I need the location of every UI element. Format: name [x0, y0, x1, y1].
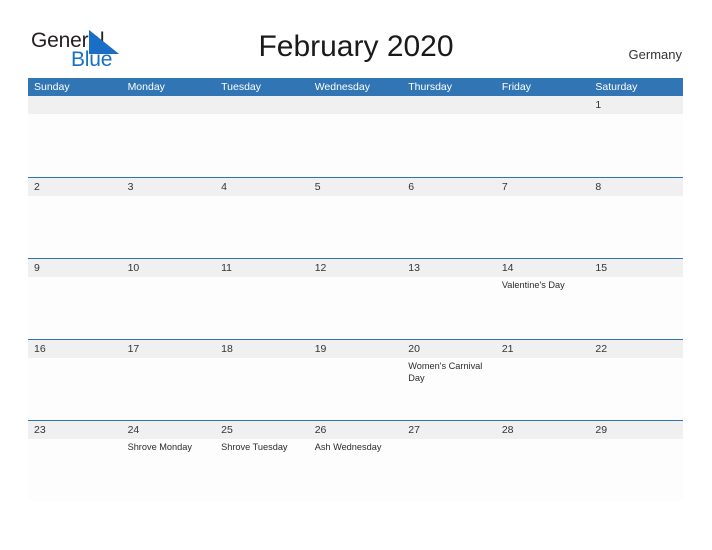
date-number[interactable]: 7 [496, 178, 590, 196]
day-event-text [496, 439, 590, 501]
date-number[interactable]: 24 [122, 421, 216, 439]
day-event-text [496, 196, 590, 258]
week-date-number-strip: 2 3 4 5 6 7 8 [28, 178, 683, 196]
day-event-text [122, 277, 216, 339]
dow-header-tuesday: Tuesday [221, 81, 262, 93]
date-number[interactable]: 3 [122, 178, 216, 196]
week-event-strip [28, 196, 683, 258]
week-date-number-strip: 23 24 25 26 27 28 29 [28, 421, 683, 439]
date-number[interactable] [28, 96, 122, 114]
date-number[interactable]: 13 [402, 259, 496, 277]
date-number[interactable]: 27 [402, 421, 496, 439]
day-event-text [28, 196, 122, 258]
calendar-week-row: 16 17 18 19 20 21 22 Women's Carnival Da… [28, 339, 683, 420]
calendar-week-row: 1 [28, 96, 683, 177]
date-number[interactable]: 2 [28, 178, 122, 196]
day-event-text [402, 439, 496, 501]
day-event-text [215, 358, 309, 420]
date-number[interactable] [496, 96, 590, 114]
calendar-week-row: 2 3 4 5 6 7 8 [28, 177, 683, 258]
day-event-text [496, 114, 590, 176]
dow-header-sunday: Sunday [34, 81, 70, 93]
day-event-text: Shrove Tuesday [221, 442, 288, 452]
week-date-number-strip: 9 10 11 12 13 14 15 [28, 259, 683, 277]
day-event-text [28, 358, 122, 420]
day-of-week-header-row: Sunday Monday Tuesday Wednesday Thursday… [28, 78, 683, 96]
day-event-text [589, 358, 683, 420]
day-event-text: Ash Wednesday [314, 442, 382, 452]
date-number[interactable]: 9 [28, 259, 122, 277]
day-event-text [28, 114, 122, 176]
calendar-page: General Blue February 2020 Germany Sunda… [0, 0, 712, 550]
day-event-text [309, 196, 403, 258]
date-number[interactable]: 19 [309, 340, 403, 358]
date-number[interactable]: 4 [215, 178, 309, 196]
day-event-text [215, 196, 309, 258]
day-event-text: Shrove Monday [127, 442, 192, 452]
day-event-text [122, 358, 216, 420]
date-number[interactable] [122, 96, 216, 114]
day-event-text [402, 196, 496, 258]
page-header: General Blue February 2020 Germany [0, 0, 712, 78]
dow-header-wednesday: Wednesday [314, 81, 370, 93]
date-number[interactable]: 25 [215, 421, 309, 439]
day-event-text [589, 196, 683, 258]
date-number[interactable]: 10 [122, 259, 216, 277]
country-label: Germany [628, 47, 682, 62]
dow-header-saturday: Saturday [595, 81, 638, 93]
day-event-text [309, 114, 403, 176]
calendar-week-row: 9 10 11 12 13 14 15 Valentine's Day [28, 258, 683, 339]
date-number[interactable]: 23 [28, 421, 122, 439]
week-date-number-strip: 16 17 18 19 20 21 22 [28, 340, 683, 358]
date-number[interactable]: 26 [309, 421, 403, 439]
date-number[interactable] [309, 96, 403, 114]
day-event-text [122, 114, 216, 176]
day-event-text [496, 358, 590, 420]
day-event-text [28, 439, 122, 501]
day-event-text [402, 277, 496, 339]
date-number[interactable]: 16 [28, 340, 122, 358]
day-event-text [309, 358, 403, 420]
week-event-strip: Shrove Monday Shrove Tuesday Ash Wednesd… [28, 439, 683, 501]
day-event-text: Women's Carnival Day [408, 361, 483, 383]
date-number[interactable]: 20 [402, 340, 496, 358]
day-event-text [589, 114, 683, 176]
date-number[interactable]: 8 [589, 178, 683, 196]
date-number[interactable]: 17 [122, 340, 216, 358]
date-number[interactable]: 1 [589, 96, 683, 114]
date-number[interactable] [402, 96, 496, 114]
calendar-grid: Sunday Monday Tuesday Wednesday Thursday… [28, 78, 683, 501]
week-date-number-strip: 1 [28, 96, 683, 114]
dow-header-friday: Friday [501, 81, 531, 93]
day-event-text [215, 114, 309, 176]
week-event-strip: Valentine's Day [28, 277, 683, 339]
week-event-strip: Women's Carnival Day [28, 358, 683, 420]
date-number[interactable]: 21 [496, 340, 590, 358]
date-number[interactable]: 11 [215, 259, 309, 277]
date-number[interactable]: 14 [496, 259, 590, 277]
date-number[interactable]: 18 [215, 340, 309, 358]
day-event-text [309, 277, 403, 339]
calendar-week-row: 23 24 25 26 27 28 29 Shrove Monday Shrov… [28, 420, 683, 501]
date-number[interactable]: 15 [589, 259, 683, 277]
day-event-text [589, 439, 683, 501]
date-number[interactable]: 12 [309, 259, 403, 277]
day-event-text [28, 277, 122, 339]
dow-header-thursday: Thursday [408, 81, 453, 93]
day-event-text: Valentine's Day [501, 280, 565, 290]
date-number[interactable] [215, 96, 309, 114]
date-number[interactable]: 5 [309, 178, 403, 196]
page-title: February 2020 [258, 30, 454, 63]
day-event-text [215, 277, 309, 339]
date-number[interactable]: 22 [589, 340, 683, 358]
date-number[interactable]: 29 [589, 421, 683, 439]
day-event-text [122, 196, 216, 258]
dow-header-monday: Monday [127, 81, 165, 93]
day-event-text [589, 277, 683, 339]
week-event-strip [28, 114, 683, 176]
day-event-text [402, 114, 496, 176]
date-number[interactable]: 6 [402, 178, 496, 196]
date-number[interactable]: 28 [496, 421, 590, 439]
